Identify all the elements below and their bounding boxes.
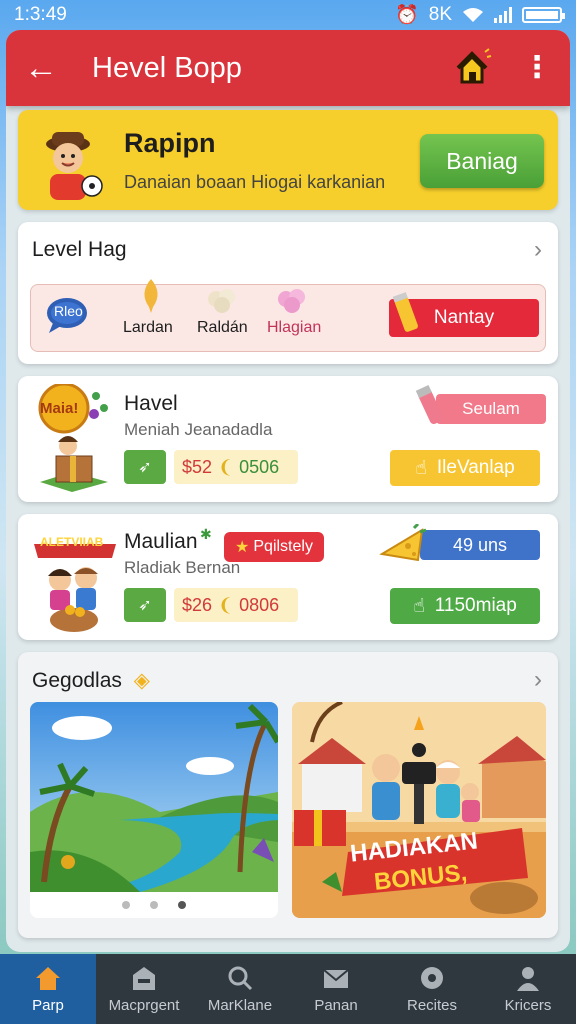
banner-title: Rapipn bbox=[124, 128, 216, 158]
chevron-right-icon[interactable]: › bbox=[534, 236, 542, 264]
price-secondary: 0806 bbox=[239, 594, 280, 615]
banner-subtitle: Danaian boaan Hiogai karkanian bbox=[124, 172, 386, 192]
app-bar: ← Hevel Bopp ⋮ bbox=[6, 30, 570, 106]
game-subtitle: Rladiak Bernan bbox=[124, 558, 241, 577]
mail-icon bbox=[323, 968, 349, 988]
nav-item-kricers[interactable]: Kricers bbox=[480, 954, 576, 1024]
gallery-card: Gegodlas ◈ › HADIAKAN BONUS, bbox=[18, 652, 558, 938]
game-card[interactable]: ALETVIIAB Maulian ✱ ★ Pqilstely Rladiak … bbox=[18, 514, 558, 640]
gallery-title: Gegodlas ◈ bbox=[32, 668, 150, 693]
arrow-icon: ➶ bbox=[138, 459, 152, 476]
price-primary: $52 bbox=[182, 456, 213, 477]
level-strip: Rleo Lardan Raldán Hlagian Nantay bbox=[30, 279, 546, 352]
game-logo-text: Maia! bbox=[40, 400, 79, 417]
share-button[interactable]: ➶ bbox=[124, 588, 166, 622]
nav-item-marklane[interactable]: MarKlane bbox=[192, 954, 288, 1024]
nav-item-parp[interactable]: Parp bbox=[0, 954, 96, 1024]
battery-level bbox=[526, 11, 559, 19]
status-time: 1:3:49 bbox=[14, 4, 67, 25]
carousel-dot-active[interactable] bbox=[178, 901, 186, 909]
price-secondary: 0506 bbox=[239, 456, 280, 477]
bonus-promo-image[interactable]: HADIAKAN BONUS, bbox=[292, 702, 546, 918]
flower-icon bbox=[208, 289, 235, 313]
nav-label: MarKlane bbox=[207, 996, 273, 1014]
app-frame: ← Hevel Bopp ⋮ Rapipn Danaian boaan Hiog… bbox=[6, 30, 570, 952]
battery-icon bbox=[522, 7, 565, 23]
banner-action-button[interactable]: Baniag bbox=[420, 134, 544, 188]
river-landscape-picture bbox=[30, 702, 278, 892]
level-section-title: Level Hag bbox=[32, 238, 127, 261]
carousel-dot[interactable] bbox=[122, 901, 130, 909]
nav-label: Macprgent bbox=[108, 996, 180, 1014]
arrow-icon: ➶ bbox=[138, 597, 152, 614]
game-action-button[interactable]: ☝ 1150miap bbox=[390, 588, 540, 624]
game-badge-label: Pqilstely bbox=[253, 538, 313, 555]
status-bar: 1:3:49 ⏰ 8K bbox=[0, 0, 576, 30]
hand-icon: ☝ bbox=[413, 595, 425, 617]
leaf-small-icon: ❨ bbox=[218, 594, 234, 615]
nav-item-recites[interactable]: Recites bbox=[384, 954, 480, 1024]
search-icon bbox=[228, 966, 253, 990]
price-primary: $26 bbox=[182, 594, 213, 615]
tag-icon: ◈ bbox=[133, 669, 150, 692]
game-title: Maulian bbox=[124, 530, 198, 553]
back-arrow-icon[interactable]: ← bbox=[24, 49, 64, 88]
game-tag: Seulam bbox=[436, 394, 546, 424]
marker-icon bbox=[415, 385, 444, 425]
wifi-icon bbox=[463, 8, 483, 22]
level-item-label: Lardan bbox=[123, 319, 173, 336]
sparkle-icon: ✱ bbox=[200, 526, 212, 542]
level-card: Level Hag › Rleo Lardan Raldán Hlagian N… bbox=[18, 222, 558, 364]
promo-banner: Rapipn Danaian boaan Hiogai karkanian Ba… bbox=[18, 110, 558, 210]
game-subtitle: Meniah Jeanadadla bbox=[124, 420, 273, 439]
cell-signal-icon bbox=[494, 7, 512, 23]
gallery-title-text: Gegodlas bbox=[32, 669, 122, 692]
record-icon bbox=[421, 966, 443, 989]
person-icon bbox=[517, 966, 539, 991]
boy-avatar-icon bbox=[46, 132, 103, 200]
star-icon: ★ bbox=[235, 539, 250, 556]
carousel-dot[interactable] bbox=[150, 901, 158, 909]
home-icon[interactable] bbox=[452, 48, 492, 88]
nav-label: Panan bbox=[314, 996, 358, 1014]
store-icon bbox=[133, 966, 155, 990]
share-button[interactable]: ➶ bbox=[124, 450, 166, 484]
level-item-label: Raldán bbox=[197, 319, 248, 336]
leaf-icon bbox=[144, 279, 158, 313]
bottom-nav: Parp Macprgent MarKlane Panan Recites Kr… bbox=[0, 954, 576, 1024]
landscape-image[interactable] bbox=[30, 702, 278, 892]
level-item-label: Hlagian bbox=[267, 319, 322, 336]
chevron-right-icon[interactable]: › bbox=[534, 666, 542, 694]
cheese-icon bbox=[379, 524, 427, 562]
hand-icon: ☝ bbox=[415, 457, 427, 479]
page-title: Hevel Bopp bbox=[92, 51, 242, 84]
game-action-button[interactable]: ☝ IleVanlap bbox=[390, 450, 540, 486]
nav-label: Recites bbox=[406, 996, 458, 1014]
crayon-icon bbox=[393, 292, 418, 332]
level-item-label: Rleo bbox=[54, 303, 83, 319]
nav-item-macprgent[interactable]: Macprgent bbox=[96, 954, 192, 1024]
game-action-label: 1150miap bbox=[434, 595, 517, 616]
alarm-icon: ⏰ bbox=[395, 5, 419, 26]
more-menu-icon[interactable]: ⋮ bbox=[522, 53, 552, 83]
game-card[interactable]: Maia! Havel Meniah Jeanadadla ➶ $52 ❨ 05… bbox=[18, 376, 558, 502]
game-logo-text: ALETVIIAB bbox=[40, 535, 104, 549]
carousel-dots bbox=[30, 892, 278, 918]
game-tag: 49 uns bbox=[420, 530, 540, 560]
nav-item-panan[interactable]: Panan bbox=[288, 954, 384, 1024]
leaf-small-icon: ❨ bbox=[218, 456, 234, 477]
game-title: Havel bbox=[124, 392, 178, 415]
game-action-label: IleVanlap bbox=[436, 457, 515, 478]
nav-label: Kricers bbox=[504, 996, 552, 1014]
home-icon bbox=[36, 966, 60, 990]
nav-label: Parp bbox=[32, 996, 64, 1014]
price-pill: $26 ❨ 0806 bbox=[174, 588, 298, 622]
status-signal-text: 8K bbox=[428, 4, 452, 25]
price-pill: $52 ❨ 0506 bbox=[174, 450, 298, 484]
flower-icon bbox=[278, 289, 305, 313]
